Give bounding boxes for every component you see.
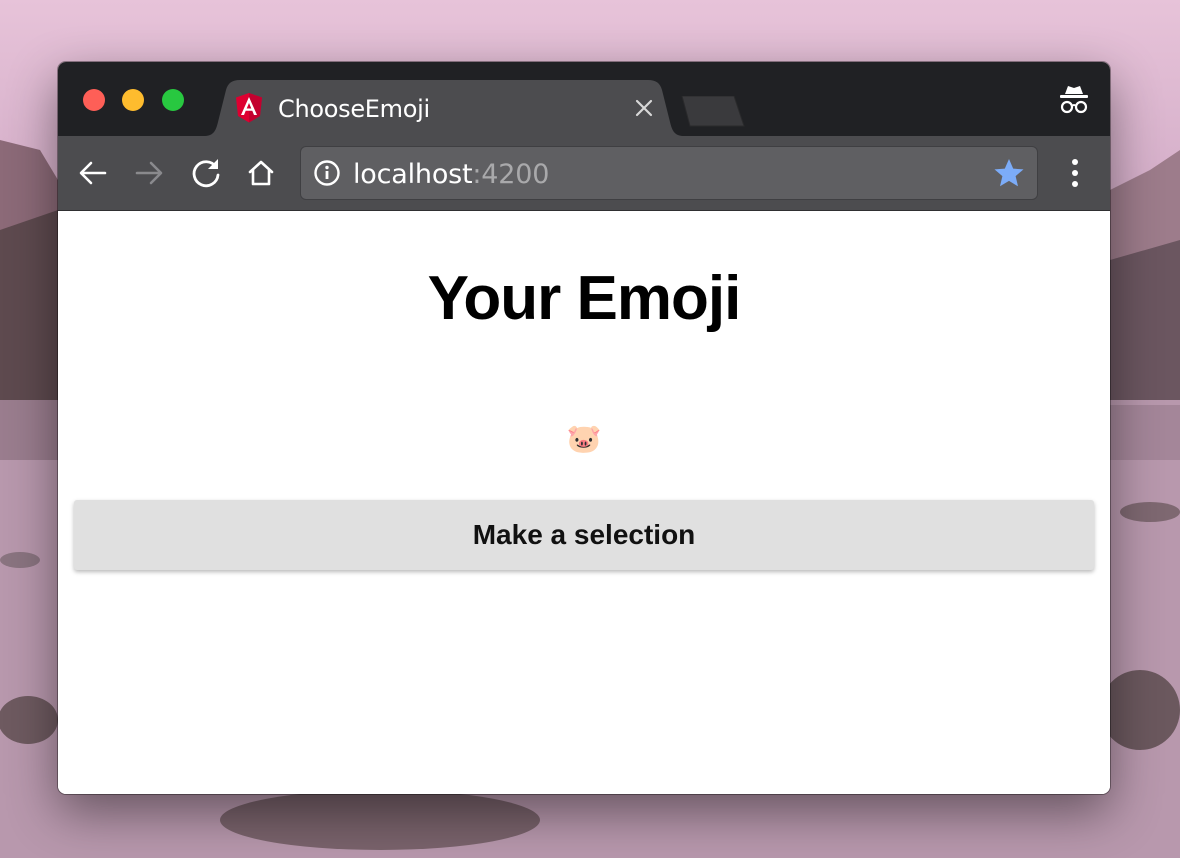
home-icon[interactable] [244,156,278,190]
make-selection-button[interactable]: Make a selection [74,500,1094,570]
url-host: localhost [353,159,473,190]
reload-icon[interactable] [189,156,223,190]
star-icon[interactable] [993,157,1025,189]
close-tab-icon[interactable] [632,96,656,120]
url-text[interactable]: localhost:4200 [353,159,549,190]
info-icon[interactable] [313,159,341,187]
selected-emoji: 🐷 [566,423,602,454]
back-arrow-icon[interactable] [76,156,110,190]
more-menu-icon[interactable] [1060,156,1090,190]
address-bar[interactable]: localhost:4200 [300,146,1038,200]
title-bar: ChooseEmoji [58,62,1110,136]
page-content: Your Emoji 🐷 Make a selection [58,211,1110,794]
page-title: Your Emoji [427,264,742,333]
close-window-button[interactable] [83,89,105,111]
tab-title: ChooseEmoji [278,95,430,123]
incognito-icon [1060,86,1088,114]
browser-toolbar: localhost:4200 [58,136,1110,211]
browser-window: ChooseEmoji localhost:4200 Your Emoji 🐷 … [58,62,1110,794]
url-port: :4200 [472,159,550,190]
forward-arrow-icon[interactable] [132,156,166,190]
tab-chooseemoji[interactable]: ChooseEmoji [204,80,684,136]
minimize-window-button[interactable] [122,89,144,111]
zoom-window-button[interactable] [162,89,184,111]
new-tab-button[interactable] [678,96,746,128]
tab-background [204,80,684,136]
angular-logo-icon [236,93,262,123]
